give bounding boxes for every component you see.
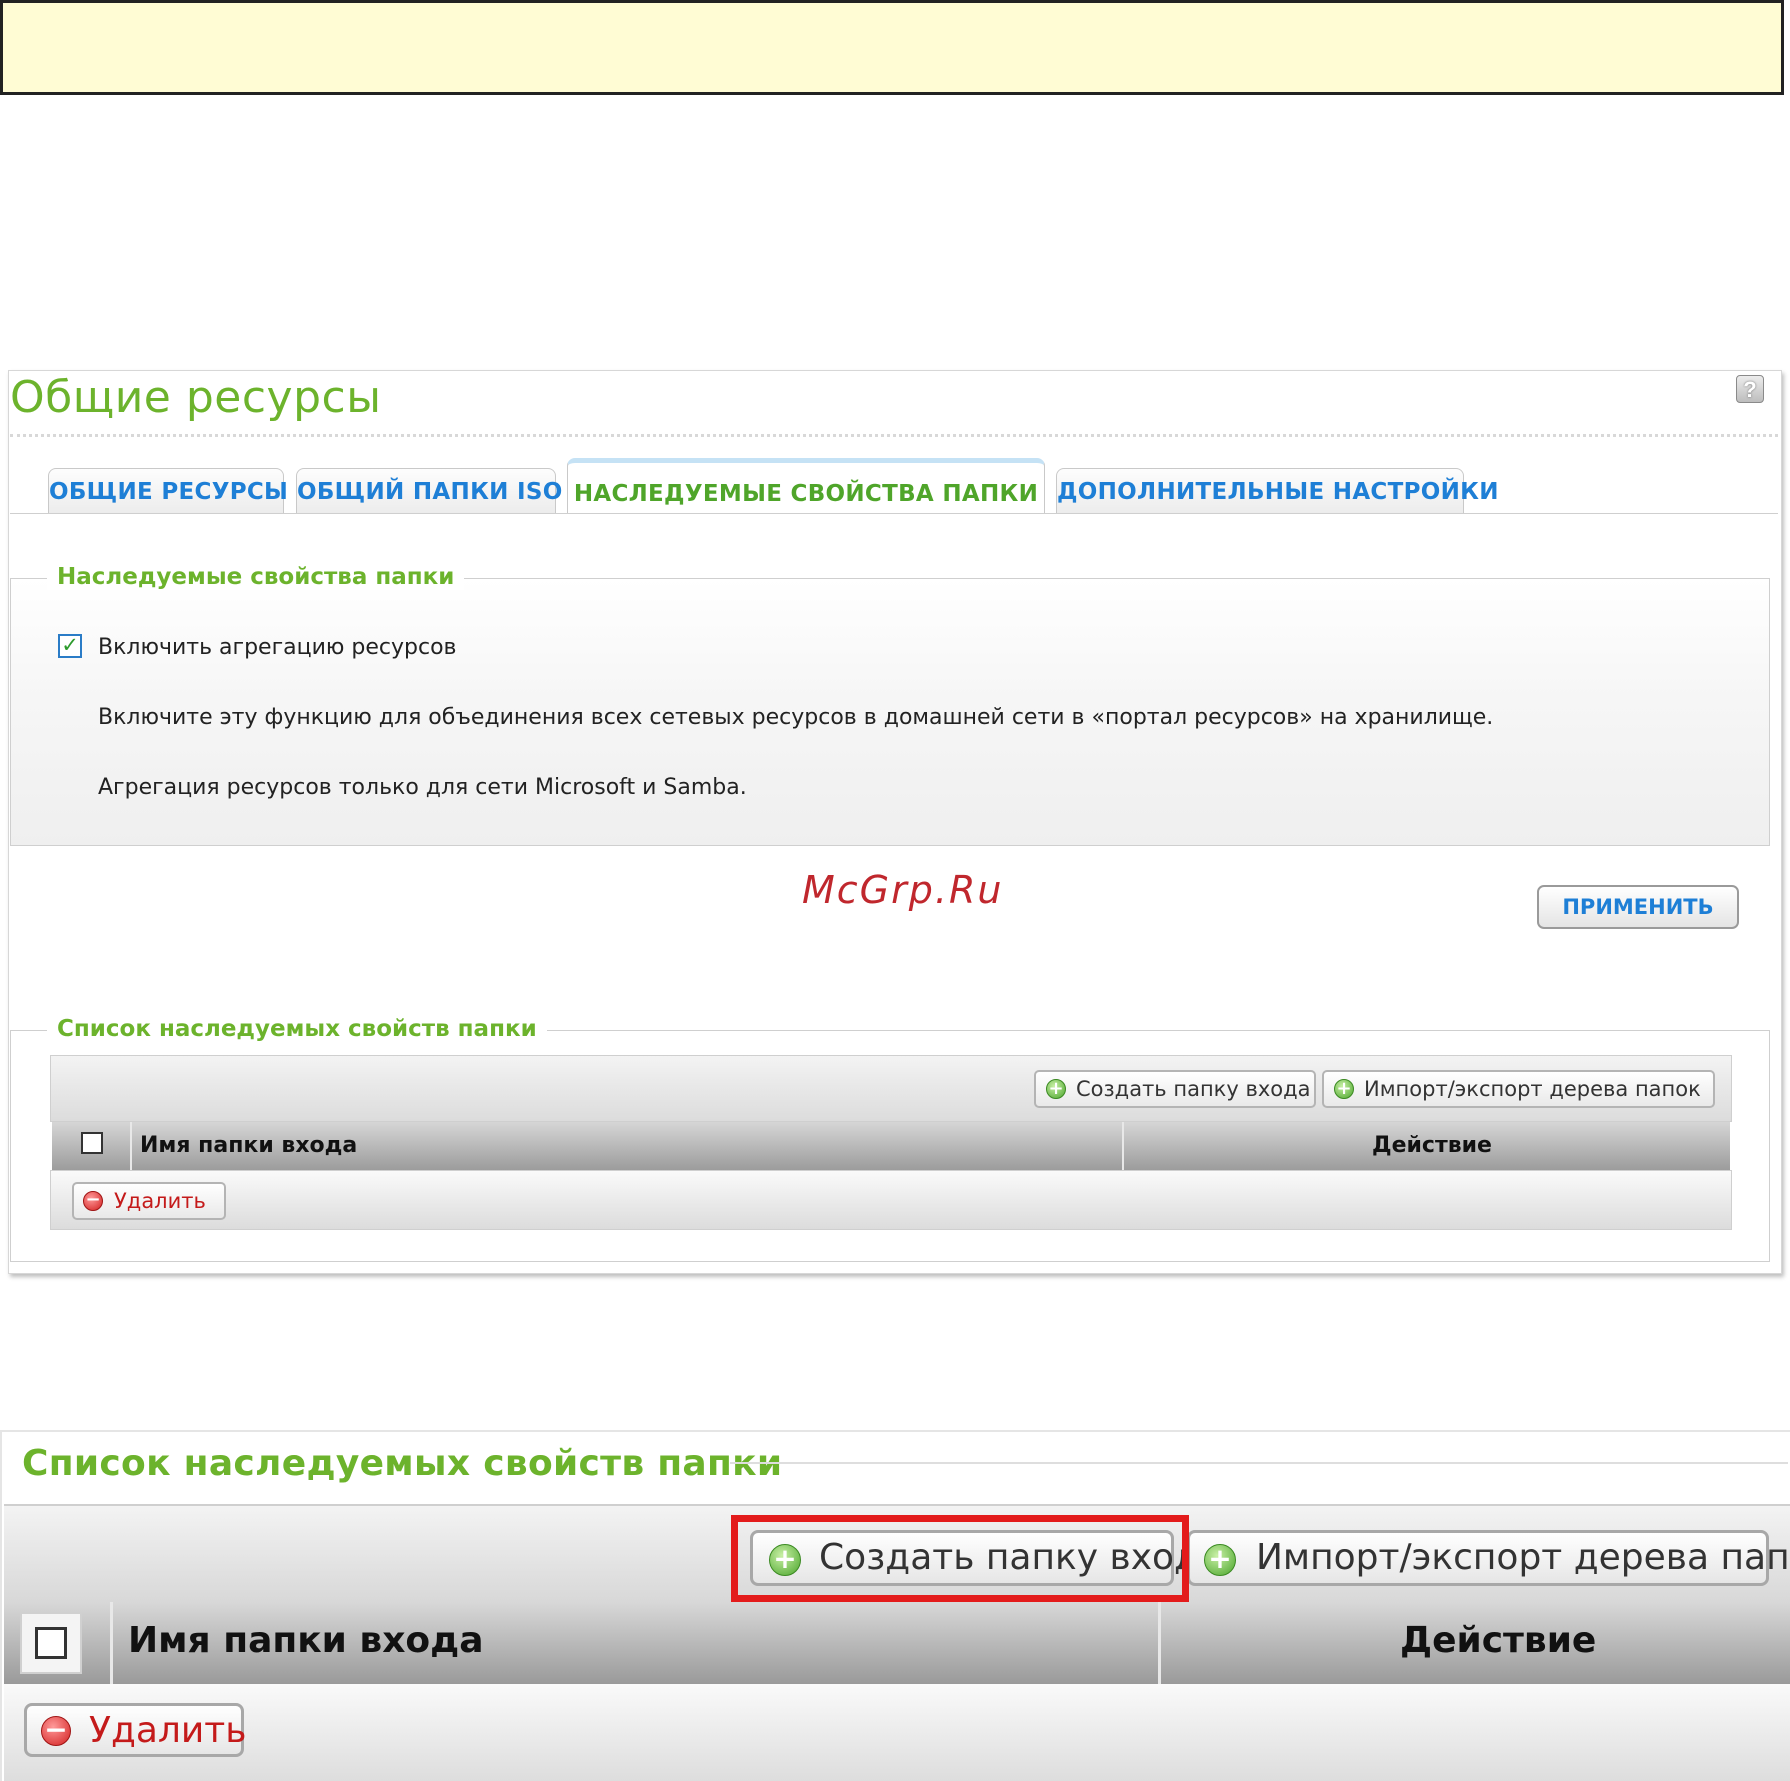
- create-entry-folder-label: Создать папку входа: [1076, 1077, 1311, 1101]
- enable-aggregation-label: Включить агрегацию ресурсов: [98, 635, 457, 660]
- select-all-checkbox[interactable]: [81, 1132, 103, 1154]
- help-icon[interactable]: ?: [1736, 375, 1764, 403]
- zoom-select-all-checkbox[interactable]: [35, 1627, 67, 1659]
- tab-inherited-properties[interactable]: НАСЛЕДУЕМЫЕ СВОЙСТВА ПАПКИ: [567, 458, 1045, 514]
- tabs-baseline: [10, 513, 1778, 514]
- zoom-list-legend: Список наследуемых свойств папки: [22, 1443, 783, 1484]
- minus-icon: −: [41, 1716, 71, 1746]
- column-header-action[interactable]: Действие: [1372, 1133, 1492, 1158]
- delete-label: Удалить: [114, 1189, 206, 1213]
- zoom-delete-label: Удалить: [89, 1710, 247, 1751]
- tab-advanced-settings[interactable]: ДОПОЛНИТЕЛЬНЫЕ НАСТРОЙКИ: [1056, 468, 1498, 514]
- plus-icon: +: [1046, 1079, 1066, 1099]
- plus-icon: +: [1334, 1079, 1354, 1099]
- enable-aggregation-checkbox[interactable]: ✓: [58, 634, 82, 658]
- aggregation-description: Включите эту функцию для объединения все…: [98, 705, 1494, 730]
- aggregation-note: Агрегация ресурсов только для сети Micro…: [98, 775, 747, 800]
- tab-shares[interactable]: ОБЩИЕ РЕСУРСЫ: [48, 468, 288, 514]
- watermark: McGrp.Ru: [802, 868, 1004, 912]
- list-legend: Список наследуемых свойств папки: [47, 1016, 547, 1042]
- note-box: [0, 0, 1784, 95]
- column-header-entry-folder[interactable]: Имя папки входа: [140, 1133, 357, 1158]
- highlight-box: [731, 1515, 1189, 1602]
- table-footer: [50, 1170, 1732, 1230]
- tab-iso-shares[interactable]: ОБЩИЙ ПАПКИ ISO: [296, 468, 562, 514]
- zoom-import-export-tree-button[interactable]: + Импорт/экспорт дерева папок: [1187, 1530, 1790, 1586]
- zoom-delete-button[interactable]: − Удалить: [24, 1703, 247, 1757]
- import-export-tree-button[interactable]: + Импорт/экспорт дерева папок: [1322, 1070, 1715, 1108]
- import-export-tree-label: Импорт/экспорт дерева папок: [1364, 1077, 1701, 1101]
- apply-button[interactable]: ПРИМЕНИТЬ: [1537, 885, 1739, 929]
- create-entry-folder-button[interactable]: + Создать папку входа: [1034, 1070, 1316, 1108]
- plus-icon: +: [1204, 1544, 1236, 1576]
- page-title: Общие ресурсы: [10, 372, 382, 423]
- minus-icon: −: [83, 1191, 103, 1211]
- column-divider: [130, 1122, 132, 1170]
- zoom-column-header-action[interactable]: Действие: [1400, 1620, 1596, 1661]
- zoom-import-export-tree-label: Импорт/экспорт дерева папок: [1256, 1537, 1790, 1578]
- zoom-column-header-entry-folder[interactable]: Имя папки входа: [128, 1620, 484, 1661]
- column-divider: [1122, 1122, 1124, 1170]
- zoom-legend-rule: [730, 1462, 1788, 1464]
- delete-button[interactable]: − Удалить: [72, 1182, 226, 1220]
- zoom-column-divider: [1158, 1602, 1161, 1684]
- title-divider: [10, 434, 1778, 437]
- zoom-column-divider: [110, 1602, 113, 1684]
- inherit-legend: Наследуемые свойства папки: [47, 564, 465, 590]
- zoom-table-footer: [4, 1684, 1790, 1781]
